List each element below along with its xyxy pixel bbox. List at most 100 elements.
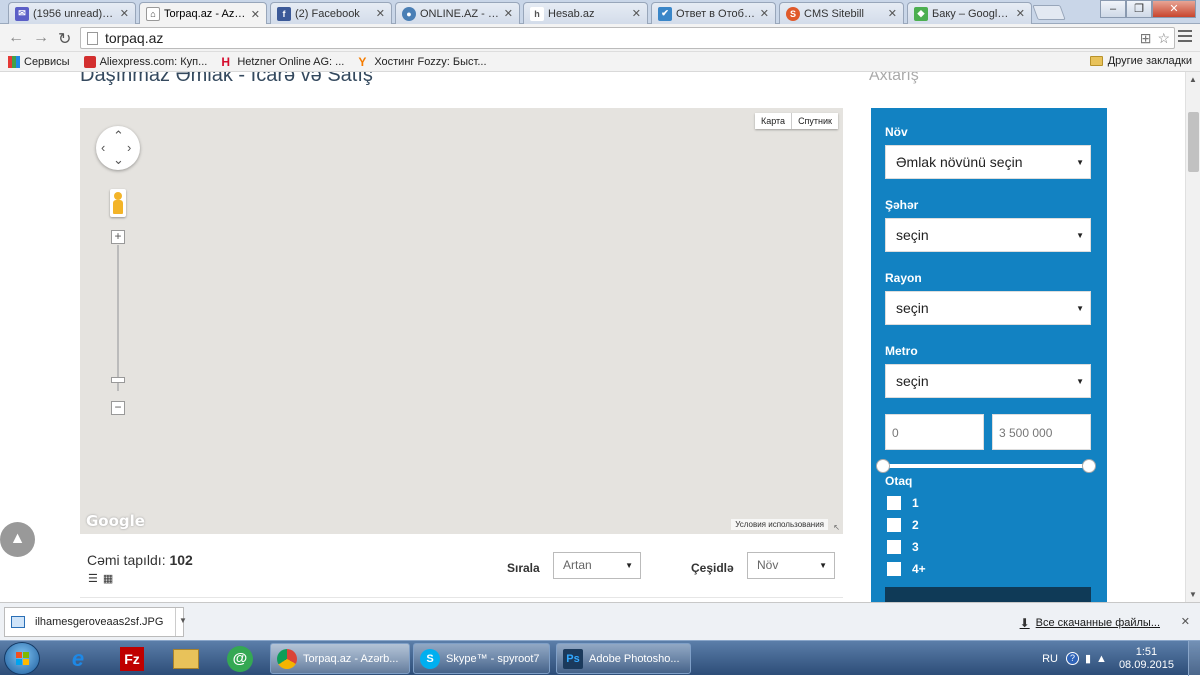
map-type-control: Карта Спутник <box>754 113 838 129</box>
bookmark-aliexpress[interactable]: Aliexpress.com: Куп... <box>83 55 207 68</box>
metro-select[interactable]: seçin ▼ <box>885 364 1091 398</box>
close-icon[interactable]: ✕ <box>632 7 641 20</box>
scroll-up-icon[interactable]: ▲ <box>1189 75 1197 84</box>
price-range-min-handle[interactable] <box>876 459 890 473</box>
taskbar-skype[interactable]: S Skype™ - spyroot7 <box>413 643 550 674</box>
clock[interactable]: 1:51 08.09.2015 <box>1119 646 1174 672</box>
taskbar-photoshop[interactable]: Ps Adobe Photosho... <box>556 643 691 674</box>
close-icon[interactable]: ✕ <box>888 7 897 20</box>
zoom-out-button[interactable]: − <box>111 401 125 415</box>
reload-icon[interactable]: ↻ <box>58 29 71 49</box>
checkbox[interactable] <box>887 540 901 554</box>
list-view-icon[interactable]: ☰ <box>88 572 98 585</box>
chevron-up-icon[interactable]: ⌃ <box>113 129 124 142</box>
checkbox[interactable] <box>887 496 901 510</box>
bookmark-services[interactable]: Сервисы <box>8 55 70 68</box>
city-select[interactable]: seçin ▼ <box>885 218 1091 252</box>
show-desktop-button[interactable] <box>1188 641 1200 676</box>
map-type-map-button[interactable]: Карта <box>754 113 793 129</box>
close-icon[interactable]: ✕ <box>760 7 769 20</box>
internet-explorer-icon[interactable]: e <box>58 644 98 673</box>
room-option-3[interactable]: 3 <box>887 540 919 554</box>
translate-icon[interactable]: ⊞ <box>1140 30 1152 47</box>
room-option-1[interactable]: 1 <box>887 496 919 510</box>
download-item[interactable]: ilhamesgeroveaas2sf.JPG ▼ <box>4 607 187 637</box>
address-bar[interactable]: torpaq.az <box>80 27 1175 49</box>
chevron-left-icon[interactable]: ‹ <box>101 141 105 154</box>
map[interactable]: ⌃ ⌄ ‹ › + − Карта Спутник Google Условия… <box>80 108 843 534</box>
all-downloads-link[interactable]: ⬇ Все скачанные файлы... <box>1020 616 1160 630</box>
filter-select[interactable]: Növ ▼ <box>747 552 835 579</box>
tray-expand-icon[interactable]: ▲ <box>1096 653 1107 665</box>
chevron-down-icon[interactable]: ⌄ <box>113 153 124 166</box>
caret-down-icon: ▼ <box>1076 231 1084 240</box>
sort-select[interactable]: Artan ▼ <box>553 552 641 579</box>
zoom-handle[interactable] <box>111 377 125 383</box>
omnibox-actions: ⊞ ☆ <box>1140 30 1170 47</box>
mail-agent-icon[interactable]: @ <box>220 644 260 673</box>
language-indicator[interactable]: RU <box>1042 653 1058 665</box>
other-bookmarks-label: Другие закладки <box>1107 55 1192 67</box>
close-icon[interactable]: ✕ <box>120 7 129 20</box>
price-min-input[interactable]: 0 <box>885 414 984 450</box>
forward-icon[interactable]: → <box>33 29 49 47</box>
tab-torpaq[interactable]: ⌂ Torpaq.az - Azərb ✕ <box>139 2 267 25</box>
checkbox[interactable] <box>887 562 901 576</box>
search-button[interactable] <box>885 587 1091 602</box>
help-icon[interactable]: ? <box>1065 652 1079 665</box>
map-type-satellite-button[interactable]: Спутник <box>792 113 838 129</box>
results-count: Cəmi tapıldı: 102 <box>87 552 193 568</box>
grid-view-icon[interactable]: ▦ <box>103 572 113 585</box>
room-option-2[interactable]: 2 <box>887 518 919 532</box>
new-tab-button[interactable] <box>1032 5 1066 20</box>
scroll-down-icon[interactable]: ▼ <box>1189 590 1197 599</box>
price-max-input[interactable]: 3 500 000 <box>992 414 1091 450</box>
tab-facebook[interactable]: f (2) Facebook ✕ <box>270 2 392 24</box>
chevron-right-icon[interactable]: › <box>127 141 131 154</box>
tab-mail[interactable]: ✉ (1956 unread) - m ✕ <box>8 2 136 24</box>
filezilla-icon[interactable]: Fz <box>112 644 152 673</box>
zoom-slider[interactable] <box>117 245 119 391</box>
map-terms-link[interactable]: Условия использования <box>731 519 828 530</box>
view-toggle: ☰ ▦ <box>88 572 113 585</box>
district-select[interactable]: seçin ▼ <box>885 291 1091 325</box>
other-bookmarks[interactable]: Другие закладки <box>1089 55 1192 67</box>
start-button[interactable] <box>4 642 40 675</box>
menu-icon[interactable] <box>1178 30 1192 45</box>
tab-cms-sitebill[interactable]: S CMS Sitebill ✕ <box>779 2 904 24</box>
price-range-slider[interactable] <box>883 464 1089 468</box>
tab-hesab[interactable]: h Hesab.az ✕ <box>523 2 648 24</box>
checkbox[interactable] <box>887 518 901 532</box>
type-select[interactable]: Əmlak növünü seçin ▼ <box>885 145 1091 179</box>
network-icon[interactable]: ▮ <box>1085 652 1091 665</box>
pan-control[interactable]: ⌃ ⌄ ‹ › <box>96 126 140 170</box>
bookmark-hetzner[interactable]: H Hetzner Online AG: ... <box>221 56 344 68</box>
bookmark-fozzy[interactable]: Y Хостинг Fozzy: Быст... <box>358 56 486 68</box>
restore-button[interactable]: ❐ <box>1126 0 1152 18</box>
star-icon[interactable]: ☆ <box>1157 30 1170 47</box>
tab-google-maps[interactable]: ◆ Баку – Google Ка ✕ <box>907 2 1032 24</box>
results-count-label: Cəmi tapıldı: <box>87 552 166 568</box>
close-window-button[interactable]: ✕ <box>1152 0 1196 18</box>
scrollbar-thumb[interactable] <box>1188 112 1199 172</box>
back-icon[interactable]: ← <box>8 29 24 47</box>
zoom-in-button[interactable]: + <box>111 230 125 244</box>
page-scrollbar[interactable]: ▲ ▼ <box>1185 72 1200 602</box>
close-icon[interactable]: ✕ <box>251 8 260 21</box>
caret-down-icon[interactable]: ▼ <box>179 616 187 625</box>
minimize-button[interactable]: ‒ <box>1100 0 1126 18</box>
google-logo: Google <box>86 512 145 530</box>
pegman-icon[interactable] <box>110 189 126 217</box>
file-explorer-icon[interactable] <box>166 644 206 673</box>
price-range-max-handle[interactable] <box>1082 459 1096 473</box>
close-icon[interactable]: ✕ <box>504 7 513 20</box>
tab-answer[interactable]: ✔ Ответ в Отображ ✕ <box>651 2 776 24</box>
scroll-to-top-button[interactable]: ▲ <box>0 522 35 557</box>
tab-online-az[interactable]: ● ONLINE.AZ - #1 İ ✕ <box>395 2 520 24</box>
close-icon[interactable]: ✕ <box>1016 7 1025 20</box>
close-icon[interactable]: ✕ <box>376 7 385 20</box>
taskbar-chrome[interactable]: Torpaq.az - Azərb... <box>270 643 410 674</box>
room-option-4plus[interactable]: 4+ <box>887 562 926 576</box>
download-bar: ilhamesgeroveaas2sf.JPG ▼ ⬇ Все скачанны… <box>0 602 1200 640</box>
close-icon[interactable]: ✕ <box>1181 615 1190 628</box>
